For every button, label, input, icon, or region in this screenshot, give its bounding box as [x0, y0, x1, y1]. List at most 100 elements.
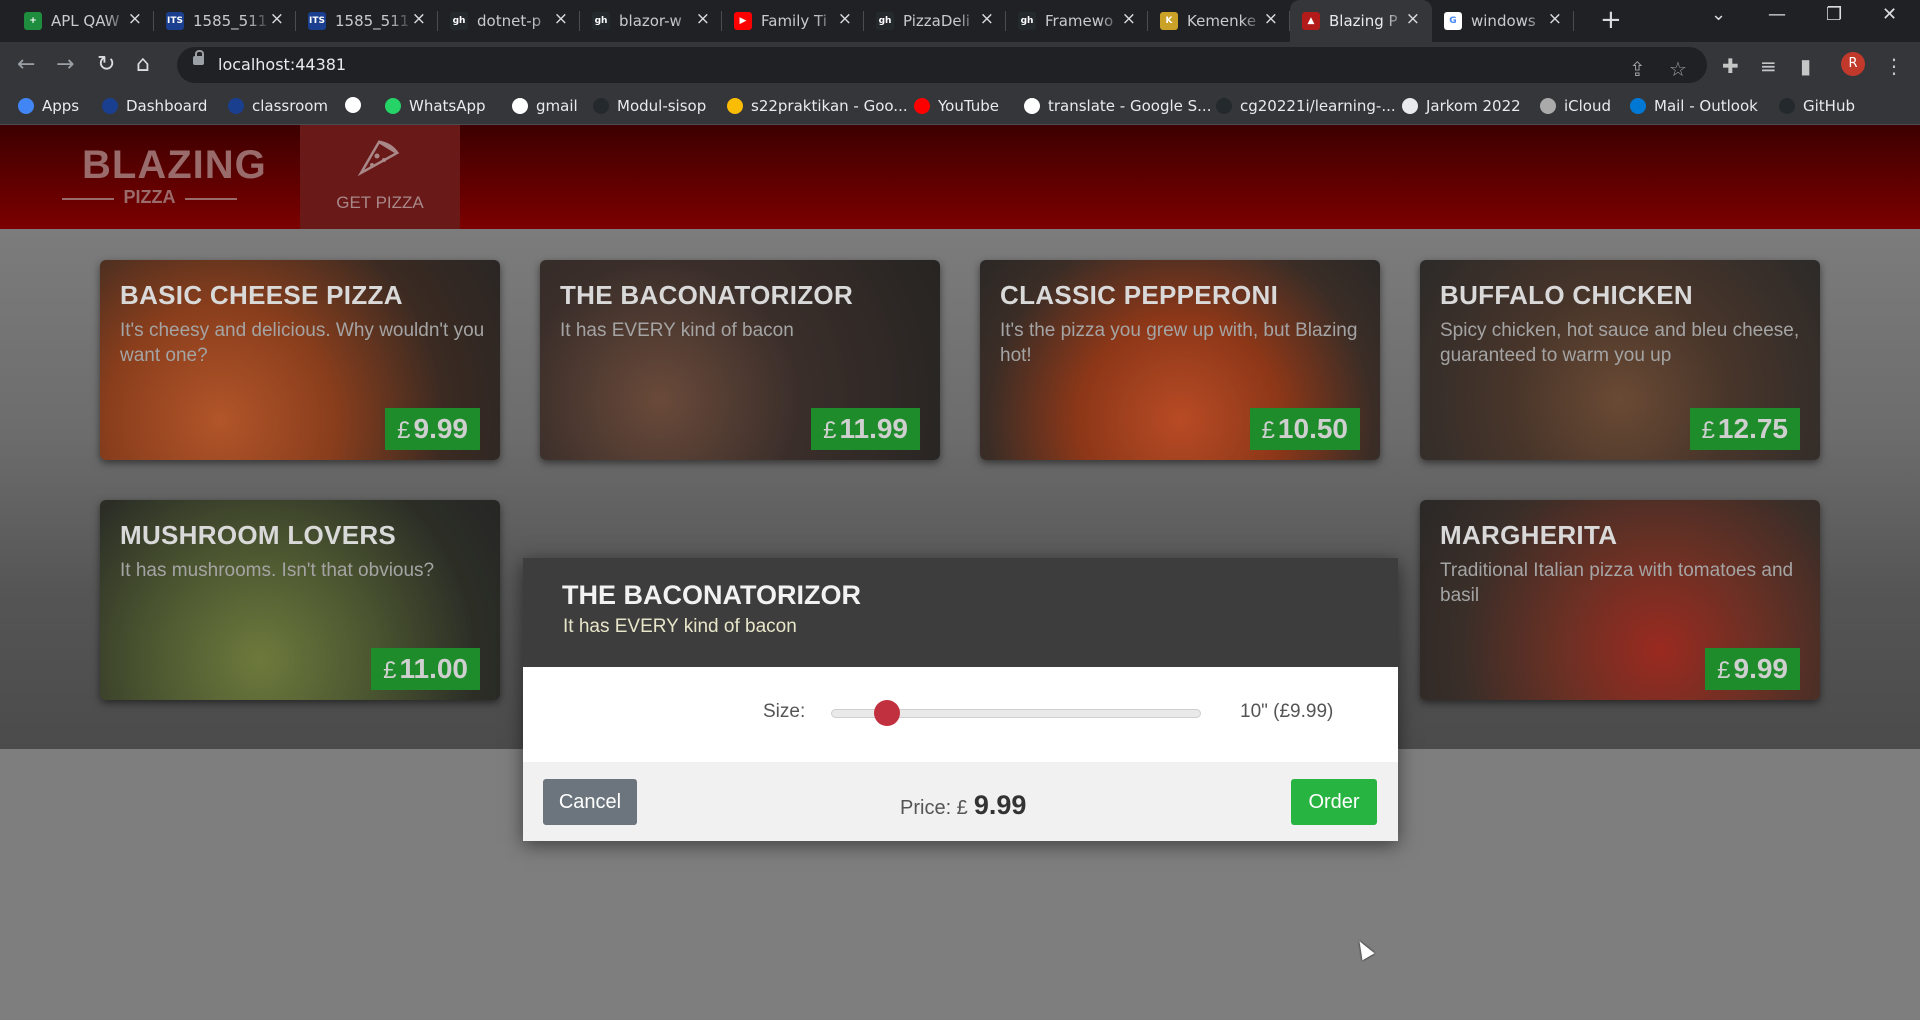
bookmark-item[interactable]: WhatsApp	[385, 97, 486, 115]
currency-symbol: £	[823, 417, 837, 444]
reload-icon[interactable]: ↻	[97, 50, 115, 80]
bookmark-item[interactable]: cg20221i/learning-...	[1216, 97, 1396, 115]
pizza-card[interactable]: MUSHROOM LOVERS It has mushrooms. Isn't t…	[100, 500, 500, 700]
bookmark-label: iCloud	[1564, 97, 1612, 115]
pizza-name: CLASSIC PEPPERONI	[1000, 280, 1279, 310]
tab-title: windows	[1471, 12, 1536, 30]
cancel-button[interactable]: Cancel	[543, 779, 637, 825]
browser-tab[interactable]: gh Framewo ×	[1006, 0, 1148, 42]
price-amount: 10.50	[1277, 413, 1348, 444]
tab-close-icon[interactable]: ×	[1122, 9, 1136, 29]
tab-divider	[1573, 11, 1574, 31]
bookmark-label: classroom	[252, 97, 329, 115]
new-tab-button[interactable]: +	[1600, 5, 1622, 35]
restore-icon[interactable]: ❐	[1826, 4, 1842, 25]
tab-close-icon[interactable]: ×	[1406, 9, 1420, 29]
bookmark-icon	[102, 98, 118, 114]
bookmark-item[interactable]: iCloud	[1540, 97, 1611, 115]
pizza-price: £12.75	[1689, 408, 1800, 450]
bookmark-icon	[593, 98, 609, 114]
browser-tab[interactable]: K Kemenke ×	[1148, 0, 1290, 42]
browser-tab[interactable]: Gwindows ×	[1432, 0, 1574, 42]
tab-close-icon[interactable]: ×	[128, 9, 142, 29]
tab-favicon-icon: ITS	[308, 12, 326, 30]
browser-tab[interactable]: ▶ Family Ti ×	[722, 0, 864, 42]
size-label: Size:	[763, 701, 806, 722]
side-panel-icon[interactable]: ▮	[1800, 54, 1811, 78]
bookmark-item[interactable]: gmail	[512, 97, 578, 115]
tab-close-icon[interactable]: ×	[980, 9, 994, 29]
bookmark-icon	[512, 98, 528, 114]
blazing-pizza-app: BLAZING PIZZA GET PIZZA BASIC CHEESE PIZ…	[0, 125, 1920, 1020]
tab-close-icon[interactable]: ×	[1548, 9, 1562, 29]
nav-get-pizza[interactable]: GET PIZZA	[300, 125, 460, 241]
bookmark-icon	[1540, 98, 1556, 114]
pizza-card[interactable]: BASIC CHEESE PIZZA It's cheesy and delici…	[100, 260, 500, 460]
currency-symbol: £	[1701, 417, 1715, 444]
close-window-icon[interactable]: ✕	[1882, 4, 1897, 25]
tab-favicon-icon: G	[1444, 12, 1462, 30]
profile-avatar[interactable]: R	[1841, 52, 1865, 76]
bookmark-icon	[345, 97, 361, 113]
menu-icon[interactable]: ⋮	[1884, 54, 1904, 78]
bookmark-item[interactable]: translate - Google S...	[1024, 97, 1211, 115]
price-amount: 9.99	[413, 413, 469, 444]
pizza-description: It has mushrooms. Isn't that obvious?	[120, 560, 435, 581]
browser-tab[interactable]: gh blazor-w ×	[580, 0, 722, 42]
bookmark-label: translate - Google S...	[1048, 97, 1212, 115]
browser-tab[interactable]: ▲ Blazing P ×	[1290, 0, 1432, 42]
pizza-description: Spicy chicken, hot sauce and bleu cheese…	[1440, 320, 1800, 366]
bookmarks-bar: Apps Dashboard classroom WhatsApp gmail Modul…	[0, 88, 1920, 125]
address-url[interactable]: localhost:44381	[218, 55, 346, 74]
pizza-name: BUFFALO CHICKEN	[1440, 280, 1693, 310]
tab-close-icon[interactable]: ×	[554, 9, 568, 29]
bookmark-icon	[1630, 98, 1646, 114]
browser-tab[interactable]: gh dotnet-p ×	[438, 0, 580, 42]
tab-close-icon[interactable]: ×	[1264, 9, 1278, 29]
address-bar[interactable]: localhost:44381 ⇪ ☆	[177, 47, 1707, 83]
bookmark-item[interactable]: Mail - Outlook	[1630, 97, 1758, 115]
dialog-header: THE BACONATORIZOR It has EVERY kind of b…	[523, 558, 1398, 667]
pizza-card[interactable]: THE BACONATORIZOR It has EVERY kind of ba…	[540, 260, 940, 460]
minimize-icon[interactable]: —	[1768, 4, 1786, 25]
tab-close-icon[interactable]: ×	[412, 9, 426, 29]
lock-icon	[193, 50, 204, 65]
size-slider-thumb[interactable]	[873, 700, 900, 726]
bookmark-item[interactable]	[345, 97, 369, 113]
bookmark-icon	[1779, 98, 1795, 114]
browser-tab[interactable]: ITS 1585_511 ×	[296, 0, 438, 42]
bookmark-item[interactable]: Modul-sisop	[593, 97, 706, 115]
bookmark-item[interactable]: Apps	[18, 97, 79, 115]
bookmark-item[interactable]: Jarkom 2022	[1402, 97, 1521, 115]
pizza-name: THE BACONATORIZOR	[560, 280, 854, 310]
price-amount: 12.75	[1717, 413, 1788, 444]
bookmark-item[interactable]: GitHub	[1779, 97, 1855, 115]
tab-close-icon[interactable]: ×	[838, 9, 852, 29]
bookmark-icon	[385, 98, 401, 114]
tab-close-icon[interactable]: ×	[270, 9, 284, 29]
bookmark-item[interactable]: YouTube	[914, 97, 999, 115]
bookmark-item[interactable]: s22praktikan - Goo...	[727, 97, 908, 115]
media-controls-icon[interactable]: ≡	[1760, 54, 1777, 78]
nav-get-pizza-label: GET PIZZA	[336, 193, 424, 212]
pizza-card[interactable]: CLASSIC PEPPERONI It's the pizza you grew…	[980, 260, 1380, 460]
browser-tab[interactable]: + APL QAW ×	[12, 0, 154, 42]
home-icon[interactable]: ⌂	[136, 50, 150, 80]
pizza-card[interactable]: BUFFALO CHICKEN Spicy chicken, hot sauce …	[1420, 260, 1820, 460]
share-icon[interactable]: ⇪	[1629, 57, 1646, 81]
pizza-card[interactable]: MARGHERITA Traditional Italian pizza with…	[1420, 500, 1820, 700]
forward-icon[interactable]: →	[56, 50, 74, 80]
back-icon[interactable]: ←	[17, 50, 35, 80]
bookmark-star-icon[interactable]: ☆	[1669, 57, 1687, 81]
bookmark-icon	[1024, 98, 1040, 114]
bookmark-item[interactable]: Dashboard	[102, 97, 207, 115]
browser-tab[interactable]: ITS 1585_511 ×	[154, 0, 296, 42]
extensions-icon[interactable]: ✚	[1722, 54, 1739, 78]
configure-pizza-dialog: THE BACONATORIZOR It has EVERY kind of b…	[523, 558, 1398, 841]
tab-search-icon[interactable]: ⌄	[1711, 4, 1726, 25]
tab-close-icon[interactable]: ×	[696, 9, 710, 29]
browser-tab[interactable]: gh PizzaDeli ×	[864, 0, 1006, 42]
order-button[interactable]: Order	[1291, 779, 1377, 825]
bookmark-label: Modul-sisop	[617, 97, 707, 115]
bookmark-item[interactable]: classroom	[228, 97, 328, 115]
